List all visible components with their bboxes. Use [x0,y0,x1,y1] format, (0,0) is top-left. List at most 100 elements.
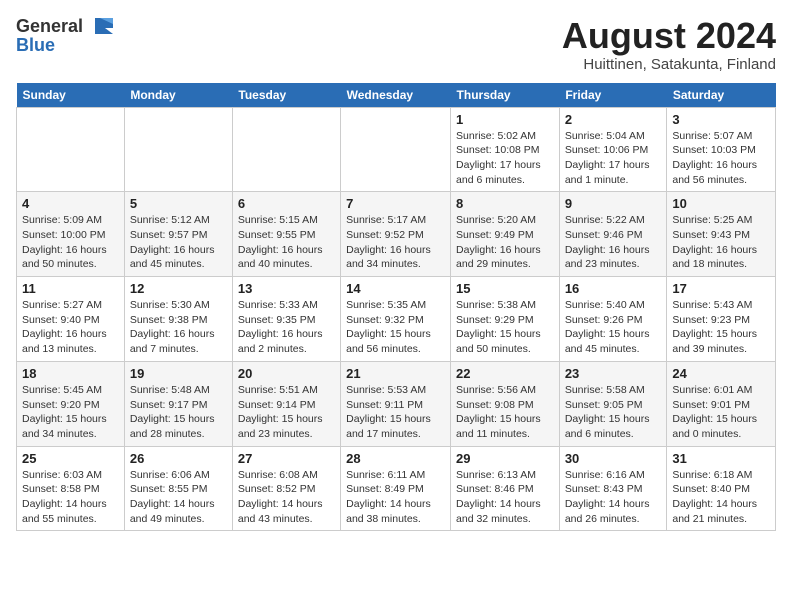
calendar-cell: 2 Sunrise: 5:04 AMSunset: 10:06 PMDayligh… [559,107,667,192]
day-info: Sunrise: 5:38 AMSunset: 9:29 PMDaylight:… [456,298,554,357]
day-info: Sunrise: 6:01 AMSunset: 9:01 PMDaylight:… [672,383,770,442]
day-number: 20 [238,366,335,381]
calendar-cell [341,107,451,192]
day-info: Sunrise: 5:51 AMSunset: 9:14 PMDaylight:… [238,383,335,442]
day-number: 13 [238,281,335,296]
day-info: Sunrise: 5:02 AMSunset: 10:08 PMDaylight… [456,129,554,188]
day-number: 11 [22,281,119,296]
calendar-cell: 10 Sunrise: 5:25 AMSunset: 9:43 PMDayligh… [667,192,776,277]
calendar-cell: 19Sunrise: 5:48 AMSunset: 9:17 PMDayligh… [124,361,232,446]
calendar-cell: 26 Sunrise: 6:06 AMSunset: 8:55 PMDayligh… [124,446,232,531]
calendar-cell: 5 Sunrise: 5:12 AMSunset: 9:57 PMDaylight… [124,192,232,277]
day-info: Sunrise: 6:18 AMSunset: 8:40 PMDaylight:… [672,468,770,527]
weekday-header-saturday: Saturday [667,83,776,108]
calendar-cell: 18 Sunrise: 5:45 AMSunset: 9:20 PMDayligh… [17,361,125,446]
day-number: 24 [672,366,770,381]
calendar-cell [232,107,340,192]
day-info: Sunrise: 5:40 AMSunset: 9:26 PMDaylight:… [565,298,662,357]
calendar-table: SundayMondayTuesdayWednesdayThursdayFrid… [16,83,776,532]
logo-blue-text: Blue [16,36,55,54]
day-info: Sunrise: 5:45 AMSunset: 9:20 PMDaylight:… [22,383,119,442]
header: General Blue August 2024 Huittinen, Sata… [16,16,776,73]
day-number: 16 [565,281,662,296]
day-info: Sunrise: 5:53 AMSunset: 9:11 PMDaylight:… [346,383,445,442]
day-info: Sunrise: 5:30 AMSunset: 9:38 PMDaylight:… [130,298,227,357]
day-number: 26 [130,451,227,466]
day-number: 25 [22,451,119,466]
calendar-cell: 4 Sunrise: 5:09 AMSunset: 10:00 PMDayligh… [17,192,125,277]
day-number: 23 [565,366,662,381]
day-info: Sunrise: 5:04 AMSunset: 10:06 PMDaylight… [565,129,662,188]
day-number: 27 [238,451,335,466]
logo-icon [85,16,115,36]
calendar-cell: 25 Sunrise: 6:03 AMSunset: 8:58 PMDayligh… [17,446,125,531]
day-number: 8 [456,196,554,211]
calendar-cell: 22 Sunrise: 5:56 AMSunset: 9:08 PMDayligh… [451,361,560,446]
calendar-cell: 16 Sunrise: 5:40 AMSunset: 9:26 PMDayligh… [559,277,667,362]
day-info: Sunrise: 6:16 AMSunset: 8:43 PMDaylight:… [565,468,662,527]
day-info: Sunrise: 6:13 AMSunset: 8:46 PMDaylight:… [456,468,554,527]
day-number: 31 [672,451,770,466]
weekday-header-monday: Monday [124,83,232,108]
calendar-cell: 29Sunrise: 6:13 AMSunset: 8:46 PMDayligh… [451,446,560,531]
calendar-cell: 6 Sunrise: 5:15 AMSunset: 9:55 PMDaylight… [232,192,340,277]
location: Huittinen, Satakunta, Finland [562,56,776,73]
calendar-cell: 30Sunrise: 6:16 AMSunset: 8:43 PMDayligh… [559,446,667,531]
calendar-cell: 24 Sunrise: 6:01 AMSunset: 9:01 PMDayligh… [667,361,776,446]
day-info: Sunrise: 5:43 AMSunset: 9:23 PMDaylight:… [672,298,770,357]
calendar-cell: 21 Sunrise: 5:53 AMSunset: 9:11 PMDayligh… [341,361,451,446]
day-number: 1 [456,112,554,127]
day-number: 22 [456,366,554,381]
day-info: Sunrise: 5:15 AMSunset: 9:55 PMDaylight:… [238,213,335,272]
title-area: August 2024 Huittinen, Satakunta, Finlan… [562,16,776,73]
calendar-cell: 13 Sunrise: 5:33 AMSunset: 9:35 PMDayligh… [232,277,340,362]
day-info: Sunrise: 5:09 AMSunset: 10:00 PMDaylight… [22,213,119,272]
day-number: 12 [130,281,227,296]
calendar-cell: 12 Sunrise: 5:30 AMSunset: 9:38 PMDayligh… [124,277,232,362]
calendar-cell: 14Sunrise: 5:35 AMSunset: 9:32 PMDayligh… [341,277,451,362]
weekday-header-thursday: Thursday [451,83,560,108]
calendar-cell: 31 Sunrise: 6:18 AMSunset: 8:40 PMDayligh… [667,446,776,531]
day-number: 18 [22,366,119,381]
calendar-cell: 8 Sunrise: 5:20 AMSunset: 9:49 PMDaylight… [451,192,560,277]
calendar-cell: 9Sunrise: 5:22 AMSunset: 9:46 PMDaylight… [559,192,667,277]
day-number: 28 [346,451,445,466]
calendar-cell: 20 Sunrise: 5:51 AMSunset: 9:14 PMDayligh… [232,361,340,446]
day-number: 6 [238,196,335,211]
day-info: Sunrise: 5:07 AMSunset: 10:03 PMDaylight… [672,129,770,188]
day-number: 7 [346,196,445,211]
calendar-cell: 1 Sunrise: 5:02 AMSunset: 10:08 PMDayligh… [451,107,560,192]
calendar-cell [17,107,125,192]
day-info: Sunrise: 5:25 AMSunset: 9:43 PMDaylight:… [672,213,770,272]
calendar-cell: 17 Sunrise: 5:43 AMSunset: 9:23 PMDayligh… [667,277,776,362]
day-info: Sunrise: 6:11 AMSunset: 8:49 PMDaylight:… [346,468,445,527]
weekday-header-tuesday: Tuesday [232,83,340,108]
day-number: 14 [346,281,445,296]
day-number: 2 [565,112,662,127]
logo: General Blue [16,16,115,54]
weekday-header-wednesday: Wednesday [341,83,451,108]
day-info: Sunrise: 5:48 AMSunset: 9:17 PMDaylight:… [130,383,227,442]
day-info: Sunrise: 5:58 AMSunset: 9:05 PMDaylight:… [565,383,662,442]
day-number: 10 [672,196,770,211]
day-number: 21 [346,366,445,381]
day-number: 5 [130,196,227,211]
day-number: 17 [672,281,770,296]
day-info: Sunrise: 6:06 AMSunset: 8:55 PMDaylight:… [130,468,227,527]
day-number: 9 [565,196,662,211]
day-info: Sunrise: 5:20 AMSunset: 9:49 PMDaylight:… [456,213,554,272]
calendar-cell: 27 Sunrise: 6:08 AMSunset: 8:52 PMDayligh… [232,446,340,531]
calendar-cell: 11Sunrise: 5:27 AMSunset: 9:40 PMDayligh… [17,277,125,362]
day-number: 15 [456,281,554,296]
day-info: Sunrise: 6:03 AMSunset: 8:58 PMDaylight:… [22,468,119,527]
day-number: 4 [22,196,119,211]
day-info: Sunrise: 5:33 AMSunset: 9:35 PMDaylight:… [238,298,335,357]
logo-general-text: General [16,17,83,35]
calendar-cell: 28 Sunrise: 6:11 AMSunset: 8:49 PMDayligh… [341,446,451,531]
calendar-cell: 7Sunrise: 5:17 AMSunset: 9:52 PMDaylight… [341,192,451,277]
day-info: Sunrise: 5:56 AMSunset: 9:08 PMDaylight:… [456,383,554,442]
day-info: Sunrise: 5:12 AMSunset: 9:57 PMDaylight:… [130,213,227,272]
calendar-cell [124,107,232,192]
day-info: Sunrise: 6:08 AMSunset: 8:52 PMDaylight:… [238,468,335,527]
weekday-header-sunday: Sunday [17,83,125,108]
